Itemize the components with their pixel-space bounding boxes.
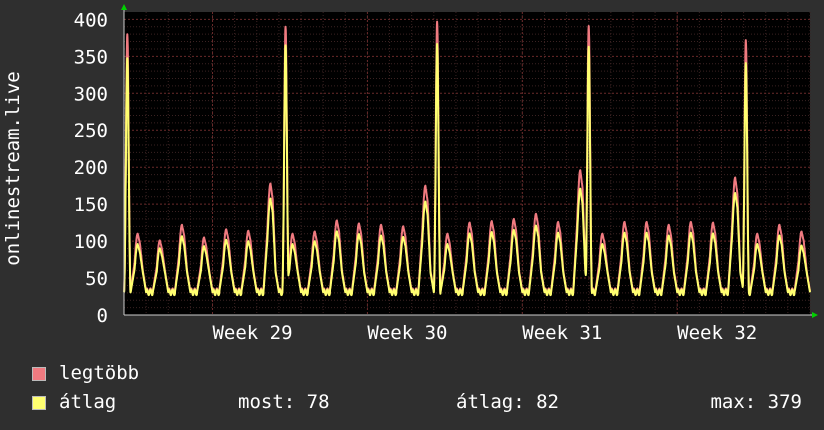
legend-max-swatch [32,367,46,381]
y-tick-label: 50 [85,268,108,290]
x-tick-label: Week 32 [677,322,757,344]
y-tick-label: 150 [74,194,108,216]
x-tick-label: Week 31 [522,322,602,344]
y-tick-label: 0 [97,305,108,327]
legend-avg-row: átlag most: 78 átlag: 82 max: 379 [32,391,802,413]
legend-avg-label: átlag [59,391,117,413]
x-tick-label: Week 30 [367,322,447,344]
y-tick-label: 200 [74,157,108,179]
y-tick-label: 350 [74,46,108,68]
y-tick-label: 300 [74,83,108,105]
legend-avg-swatch [32,396,46,410]
stat-max: max: 379 [710,391,802,413]
y-tick-label: 100 [74,231,108,253]
legend-max-row: legtöbb [32,362,802,384]
x-axis-arrow [812,312,818,318]
stat-now: most: 78 [238,391,330,413]
y-axis-arrow [121,4,127,10]
y-axis-title: onlinestream.live [2,71,24,265]
y-tick-label: 400 [74,9,108,31]
stat-average: átlag: 82 [456,391,559,413]
plot-area [124,12,810,315]
chart: 0 50 100 150 200 250 300 350 400 Week 29 Week 30 We… [2,4,818,344]
y-tick-label: 250 [74,120,108,142]
legend-max-label: legtöbb [59,362,140,384]
x-tick-label: Week 29 [212,322,292,344]
